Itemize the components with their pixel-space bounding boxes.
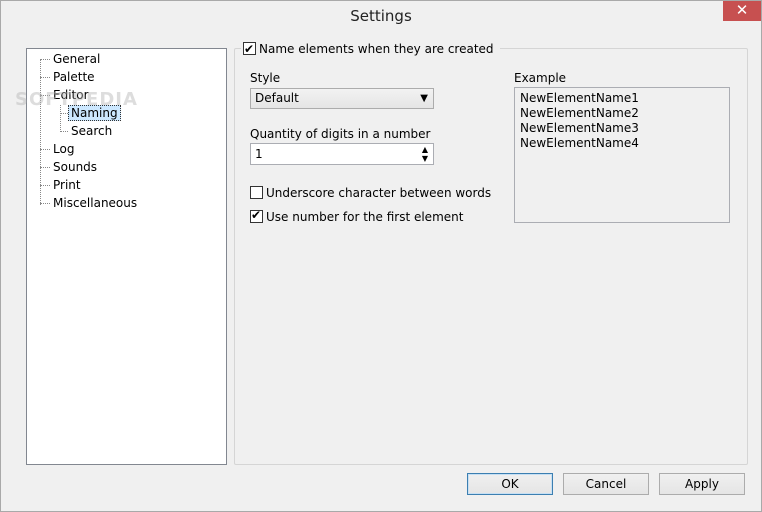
apply-button[interactable]: Apply (659, 473, 745, 495)
example-line: NewElementName1 (520, 91, 639, 105)
name-elements-checkbox[interactable]: Name elements when they are created (241, 40, 500, 58)
digits-value: 1 (255, 147, 263, 161)
settings-window: Settings ✕ General Palette Editor Naming… (0, 0, 762, 512)
example-line: NewElementName2 (520, 106, 639, 120)
digits-label: Quantity of digits in a number (250, 127, 431, 141)
spin-down-icon[interactable]: ▼ (419, 154, 431, 163)
ok-button[interactable]: OK (467, 473, 553, 495)
close-button[interactable]: ✕ (723, 1, 761, 21)
title-bar[interactable]: Settings ✕ (1, 1, 761, 31)
underscore-label: Underscore character between words (266, 186, 492, 200)
first-number-checkbox[interactable]: Use number for the first element (250, 208, 464, 224)
first-number-label: Use number for the first element (266, 210, 464, 224)
name-elements-label: Name elements when they are created (259, 42, 494, 56)
style-select[interactable]: Default ▼ (250, 88, 434, 109)
close-icon: ✕ (735, 1, 749, 19)
underscore-checkbox[interactable]: Underscore character between words (250, 186, 491, 200)
checkbox-unchecked-icon[interactable] (250, 186, 263, 199)
style-select-value: Default (255, 91, 299, 105)
watermark: SOFTPEDIA (15, 89, 138, 110)
spin-up-icon[interactable]: ▲ (419, 145, 431, 154)
checkbox-checked-icon[interactable] (243, 40, 256, 58)
example-label: Example (514, 71, 567, 85)
window-title: Settings (350, 7, 412, 25)
tree-connector (40, 60, 41, 205)
example-line: NewElementName4 (520, 136, 639, 150)
style-label: Style (250, 71, 281, 85)
cancel-button[interactable]: Cancel (563, 473, 649, 495)
chevron-down-icon: ▼ (420, 93, 428, 104)
digits-stepper[interactable]: 1 ▲ ▼ (250, 143, 434, 165)
example-preview: NewElementName1 NewElementName2 NewEleme… (514, 87, 730, 223)
checkbox-checked-icon[interactable] (250, 208, 263, 223)
example-line: NewElementName3 (520, 121, 639, 135)
settings-tree[interactable]: General Palette Editor Naming Search Log… (26, 48, 227, 465)
